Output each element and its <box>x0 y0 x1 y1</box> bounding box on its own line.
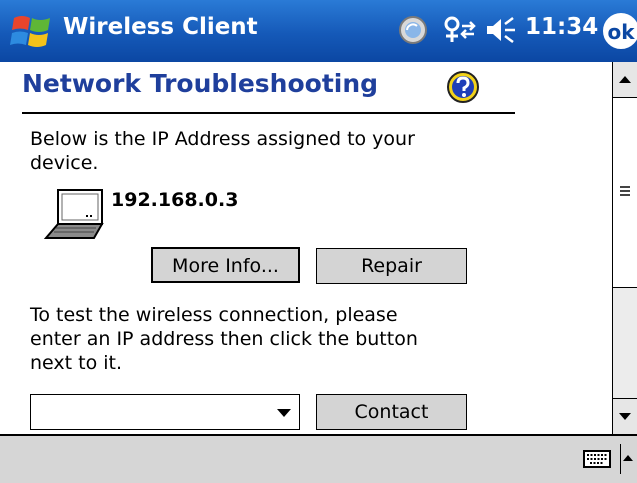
menu-bar <box>0 434 637 483</box>
title-bar: Wireless Client 11:34 ok <box>0 0 637 62</box>
windows-flag-icon[interactable] <box>10 12 56 52</box>
more-info-button[interactable]: More Info... <box>151 247 300 283</box>
test-intro-text: To test the wireless connection, please … <box>30 304 418 374</box>
arrow-down-icon <box>619 413 631 420</box>
ok-button[interactable]: ok <box>603 13 637 49</box>
help-icon[interactable] <box>446 70 480 104</box>
title-divider <box>22 112 515 114</box>
vertical-scrollbar[interactable] <box>612 62 637 434</box>
clock: 11:34 <box>525 14 599 40</box>
page-title: Network Troubleshooting <box>22 69 379 98</box>
scroll-thumb[interactable] <box>613 98 637 288</box>
volume-icon[interactable] <box>483 14 517 46</box>
input-panel-toggle[interactable] <box>620 444 634 474</box>
arrow-up-icon <box>619 76 631 83</box>
app-title: Wireless Client <box>63 14 258 40</box>
main-content: Network Troubleshooting Below is the IP … <box>0 62 612 434</box>
dropdown-arrow-icon[interactable] <box>277 409 291 417</box>
arrow-up-icon <box>623 455 633 461</box>
ip-address-combobox[interactable] <box>30 394 300 430</box>
connectivity-icon[interactable] <box>440 14 480 46</box>
activesync-icon[interactable] <box>397 14 429 46</box>
grip-icon <box>620 186 630 196</box>
scroll-up-button[interactable] <box>613 62 637 98</box>
keyboard-icon[interactable] <box>583 450 611 468</box>
laptop-icon <box>43 189 104 239</box>
ip-address-value: 192.168.0.3 <box>111 189 239 211</box>
ip-intro-text: Below is the IP Address assigned to your… <box>30 128 415 174</box>
scroll-down-button[interactable] <box>613 398 637 434</box>
contact-button[interactable]: Contact <box>316 394 467 430</box>
repair-button[interactable]: Repair <box>316 248 467 284</box>
